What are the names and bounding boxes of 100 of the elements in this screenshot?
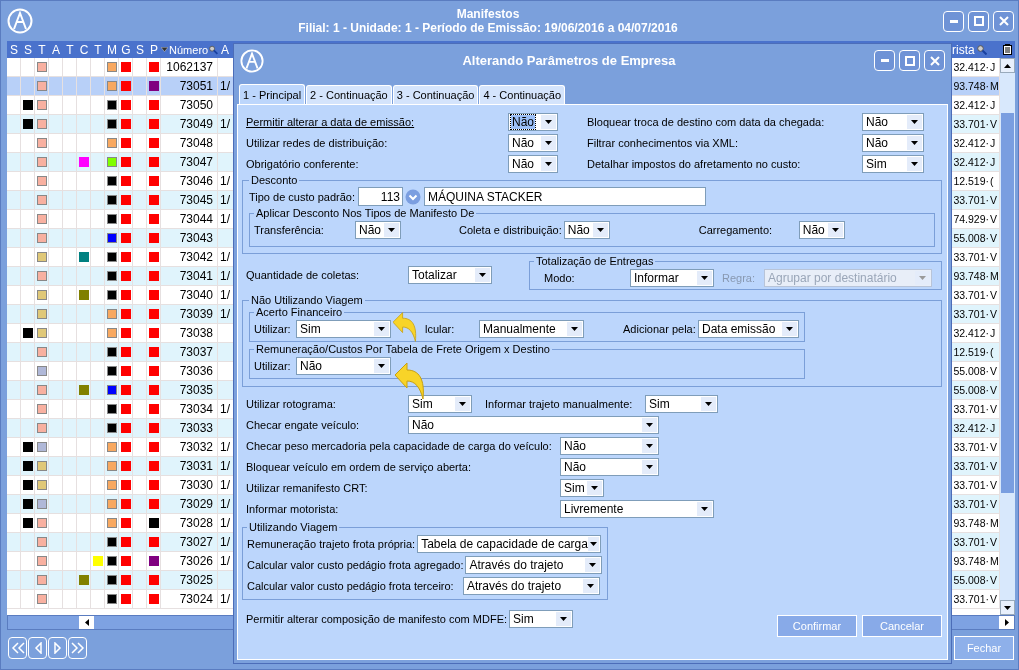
table-cell-text: 93.748·: [952, 79, 989, 94]
table-cell-text: 55.008·: [952, 231, 989, 246]
vertical-scrollbar[interactable]: [1000, 58, 1015, 615]
table-cell-text: 33.701·: [952, 440, 989, 455]
dropdown[interactable]: Não: [296, 356, 391, 375]
table-cell-text: 32.412·: [952, 326, 989, 341]
scroll-up-icon[interactable]: [1004, 63, 1011, 68]
column-header[interactable]: rista: [952, 41, 1000, 58]
group-title: Totalização de Entregas: [535, 255, 655, 267]
field-label: Calcular valor custo pedágio frota agregado:: [247, 558, 465, 571]
column-header[interactable]: A: [218, 41, 233, 58]
table-cell: 1/: [220, 193, 230, 207]
table-cell: 73030: [161, 476, 218, 494]
table-cell: 1/: [220, 497, 230, 511]
last-page-button[interactable]: [68, 637, 87, 659]
table-cell: 73051: [161, 77, 218, 95]
table-cell: 1/: [220, 554, 230, 568]
caret-icon: [479, 272, 486, 277]
dropdown[interactable]: Através do trajeto: [465, 555, 603, 574]
maximize-icon: [904, 55, 915, 66]
field-label: Checar peso mercadoria pela capacidade de carga do veículo:: [246, 439, 553, 452]
input-field[interactable]: MÁQUINA STACKER: [424, 187, 706, 206]
maximize-button[interactable]: [899, 50, 920, 71]
tab[interactable]: 4 - Continuação: [479, 85, 566, 104]
dropdown[interactable]: Data emissão: [698, 319, 799, 338]
column-header[interactable]: P: [147, 41, 161, 58]
group-title: Desconto: [250, 174, 299, 186]
double-left-icon: [10, 642, 25, 654]
dropdown[interactable]: Não: [508, 112, 558, 131]
dropdown[interactable]: Não: [563, 220, 610, 239]
dropdown[interactable]: Não: [560, 457, 659, 476]
dropdown[interactable]: Sim: [560, 478, 604, 497]
dropdown[interactable]: Através do trajeto: [463, 576, 600, 595]
dropdown[interactable]: Totalizar: [408, 265, 492, 284]
column-header[interactable]: T: [35, 41, 49, 58]
table-cell: 73049: [161, 115, 218, 133]
maximize-icon: [973, 16, 984, 26]
column-header[interactable]: Número: [161, 41, 218, 58]
field-label: Regra:: [722, 271, 757, 284]
table-cell: 73028: [161, 514, 218, 532]
tab[interactable]: 2 - Continuação: [306, 85, 392, 104]
table-cell-text: 33.701·: [952, 307, 989, 322]
document-icon[interactable]: [1003, 44, 1012, 55]
field-label: Permitir alterar composição de manifesto com MDFE:: [246, 612, 509, 625]
scroll-left-icon[interactable]: [84, 619, 89, 626]
dropdown-circle-icon[interactable]: [405, 188, 421, 205]
scroll-thumb[interactable]: [1001, 113, 1014, 493]
dropdown[interactable]: Sim: [862, 154, 924, 173]
right-icon: [53, 642, 62, 654]
first-page-button[interactable]: [8, 637, 27, 659]
dropdown[interactable]: Não: [508, 133, 558, 152]
table-cell: 1/: [220, 117, 230, 131]
scroll-down-icon[interactable]: [1004, 605, 1011, 610]
dropdown[interactable]: Não: [798, 220, 845, 239]
column-header[interactable]: A: [49, 41, 63, 58]
caret-icon: [786, 326, 793, 331]
column-header[interactable]: T: [63, 41, 77, 58]
column-header[interactable]: M: [105, 41, 119, 58]
dropdown[interactable]: Não: [560, 436, 659, 455]
dropdown[interactable]: Não: [862, 112, 924, 131]
previous-button[interactable]: [28, 637, 47, 659]
dropdown[interactable]: Não: [408, 415, 659, 434]
close-button[interactable]: [924, 50, 945, 71]
input-field[interactable]: 113: [358, 187, 403, 206]
dropdown[interactable]: Tabela de capacidade de carga: [417, 534, 602, 553]
dropdown[interactable]: Manualmente: [479, 319, 584, 338]
field-label: Informar motorista:: [246, 502, 340, 515]
tab[interactable]: 1 - Principal: [239, 84, 306, 104]
dropdown[interactable]: Não: [862, 133, 924, 152]
table-cell-text: 33.701·: [952, 497, 989, 512]
scroll-right-icon[interactable]: [1004, 619, 1009, 626]
column-header[interactable]: G: [119, 41, 133, 58]
table-cell: 73029: [161, 495, 218, 513]
dropdown[interactable]: Sim: [509, 609, 574, 628]
column-header[interactable]: C: [77, 41, 91, 58]
caret-icon: [571, 326, 578, 331]
table-cell: 73036: [161, 362, 218, 380]
table-cell-text: 33.701·: [952, 193, 989, 208]
close-button[interactable]: [993, 10, 1014, 32]
minimize-button[interactable]: [874, 50, 895, 71]
tab[interactable]: 3 - Continuação: [392, 85, 479, 104]
dropdown[interactable]: Sim: [408, 394, 472, 413]
table-cell: 1/: [220, 79, 230, 93]
dropdown[interactable]: Não: [355, 220, 401, 239]
dropdown[interactable]: Sim: [296, 319, 391, 338]
dropdown[interactable]: Sim: [645, 394, 718, 413]
caret-icon: [591, 485, 598, 490]
group-title: Não Utilizando Viagem: [250, 294, 364, 306]
column-header[interactable]: S: [21, 41, 35, 58]
minimize-button[interactable]: [943, 10, 964, 32]
dropdown[interactable]: Não: [508, 154, 558, 173]
dropdown[interactable]: Livremente: [560, 499, 714, 518]
column-header[interactable]: S: [7, 41, 21, 58]
caret-icon: [545, 161, 552, 166]
column-header[interactable]: S: [133, 41, 147, 58]
table-cell: 1/: [220, 212, 230, 226]
maximize-button[interactable]: [968, 10, 989, 32]
next-button[interactable]: [48, 637, 67, 659]
dropdown[interactable]: Informar: [630, 268, 714, 287]
column-header[interactable]: T: [91, 41, 105, 58]
